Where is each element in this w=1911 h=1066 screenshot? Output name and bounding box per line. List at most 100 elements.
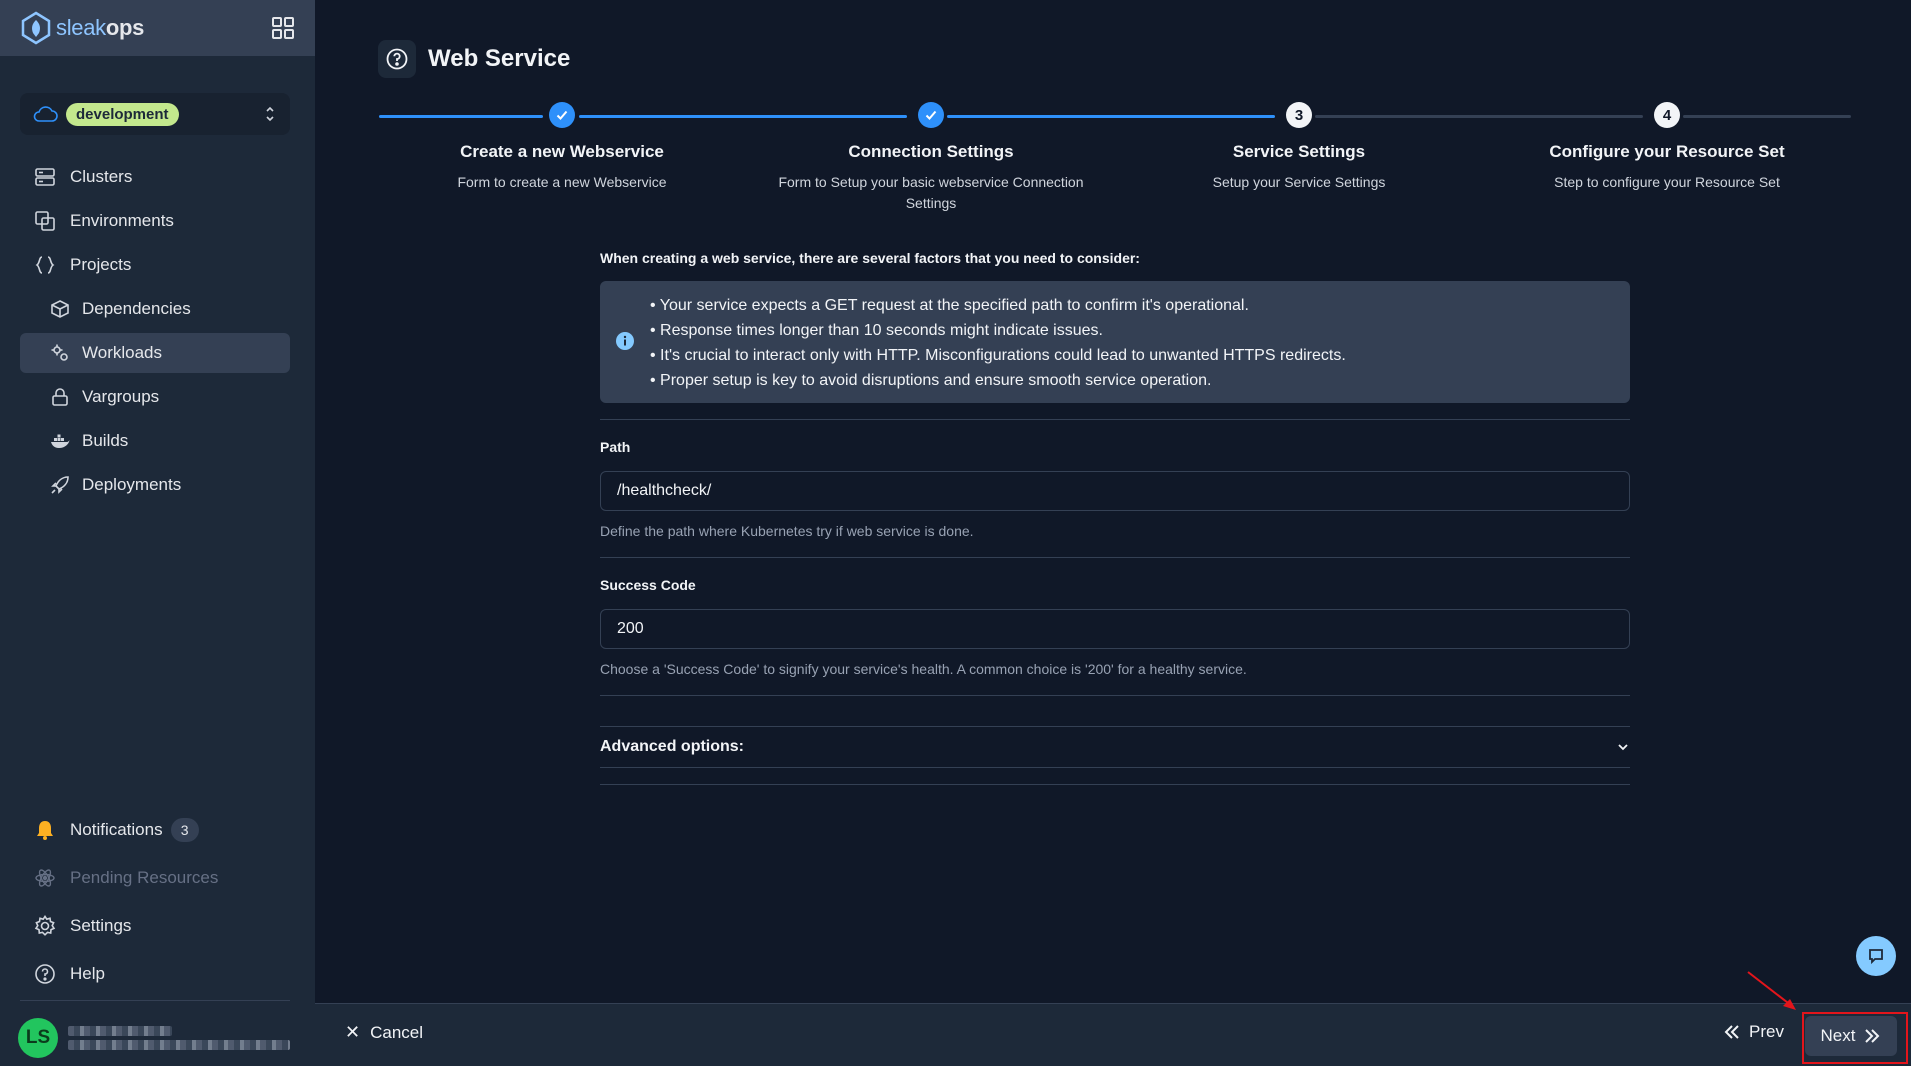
nav-item-pending-resources[interactable]: Pending Resources xyxy=(20,856,290,900)
step-3: Service Settings Setup your Service Sett… xyxy=(1114,142,1484,193)
chat-bubble-icon xyxy=(1869,949,1883,965)
advanced-options-toggle[interactable]: Advanced options: xyxy=(600,726,1630,768)
help-circle-icon xyxy=(35,964,55,984)
step-2-indicator[interactable] xyxy=(918,102,944,128)
environment-badge: development xyxy=(66,102,179,126)
page-header: Web Service xyxy=(378,40,570,78)
step-description: Form to Setup your basic webservice Conn… xyxy=(778,174,1084,211)
list-item: Proper setup is key to avoid disruptions… xyxy=(650,368,1630,393)
nav-item-notifications[interactable]: Notifications 3 xyxy=(20,808,290,852)
nav-item-clusters[interactable]: Clusters xyxy=(20,157,290,197)
step-title: Create a new Webservice xyxy=(460,142,664,161)
step-2: Connection Settings Form to Setup your b… xyxy=(746,142,1116,214)
brand-bar: sleakops xyxy=(0,0,315,56)
step-connector xyxy=(1683,115,1851,118)
step-title: Connection Settings xyxy=(848,142,1014,161)
step-connector xyxy=(947,115,1275,118)
chevrons-left-icon xyxy=(1724,1025,1739,1039)
apps-grid-icon[interactable] xyxy=(271,16,295,40)
prev-label: Prev xyxy=(1749,1022,1784,1041)
nav-item-vargroups[interactable]: Vargroups xyxy=(20,377,290,417)
sidebar-divider xyxy=(20,1000,290,1001)
docker-whale-icon xyxy=(51,434,70,448)
considerations-list: Your service expects a GET request at th… xyxy=(650,293,1630,393)
environment-selector[interactable]: development xyxy=(20,93,290,135)
nav-label: Projects xyxy=(70,255,132,274)
user-profile[interactable]: LS xyxy=(18,1018,290,1058)
nav-item-settings[interactable]: Settings xyxy=(20,904,290,948)
chevron-up-down-icon xyxy=(266,106,274,122)
check-icon xyxy=(925,110,937,120)
divider xyxy=(600,419,1630,420)
path-label: Path xyxy=(600,439,631,455)
divider xyxy=(600,557,1630,558)
success-code-input[interactable] xyxy=(600,609,1630,649)
nav-label: Dependencies xyxy=(82,299,191,318)
divider xyxy=(600,695,1630,696)
service-settings-form: When creating a web service, there are s… xyxy=(600,250,1630,785)
path-input[interactable] xyxy=(600,471,1630,511)
nav-item-environments[interactable]: Environments xyxy=(20,201,290,241)
next-button-highlight xyxy=(1802,1012,1908,1064)
step-description: Step to configure your Resource Set xyxy=(1554,174,1780,190)
close-icon: ✕ xyxy=(345,1022,361,1042)
nav-label: Notifications xyxy=(70,820,163,839)
nav-label: Vargroups xyxy=(82,387,160,406)
step-1: Create a new Webservice Form to create a… xyxy=(377,142,747,193)
nav-label: Workloads xyxy=(82,343,162,362)
question-circle-icon xyxy=(386,48,408,70)
step-connector xyxy=(1315,115,1643,118)
nav-label: Pending Resources xyxy=(70,868,219,887)
nav-label: Deployments xyxy=(82,475,182,494)
considerations-heading: When creating a web service, there are s… xyxy=(600,250,1140,266)
cancel-label: Cancel xyxy=(370,1022,424,1042)
chat-support-button[interactable] xyxy=(1856,936,1896,976)
success-code-help-text: Choose a 'Success Code' to signify your … xyxy=(600,661,1247,677)
user-info-redacted xyxy=(68,1022,290,1054)
step-title: Service Settings xyxy=(1232,142,1366,161)
check-icon xyxy=(556,110,568,120)
prev-button[interactable]: Prev xyxy=(1723,1022,1784,1042)
step-title: Configure your Resource Set xyxy=(1549,142,1785,161)
annotation-arrow-icon xyxy=(1747,971,1796,1010)
notifications-count-badge: 3 xyxy=(170,818,199,842)
rocket-icon xyxy=(51,476,69,494)
list-item: Response times longer than 10 seconds mi… xyxy=(650,318,1630,343)
main-content: Web Service 3 4 Create a new Webservice … xyxy=(315,0,1911,1003)
page-title: Web Service xyxy=(428,45,571,72)
step-4: Configure your Resource Set Step to conf… xyxy=(1482,142,1852,193)
step-1-indicator[interactable] xyxy=(549,102,575,128)
nav-label: Settings xyxy=(70,916,132,935)
nav-item-deployments[interactable]: Deployments xyxy=(20,465,290,505)
bell-icon xyxy=(37,821,53,840)
step-connector xyxy=(379,115,543,118)
path-help-text: Define the path where Kubernetes try if … xyxy=(600,523,974,539)
sidebar: sleakops development Clusters Environmen… xyxy=(0,0,315,1066)
step-3-indicator[interactable]: 3 xyxy=(1286,102,1312,128)
brand-name[interactable]: sleakops xyxy=(56,15,144,41)
cancel-button[interactable]: ✕ Cancel xyxy=(345,1022,423,1043)
nav-item-projects[interactable]: Projects xyxy=(20,245,290,285)
nav-item-workloads[interactable]: Workloads xyxy=(20,333,290,373)
divider xyxy=(600,784,1630,785)
nav-label: Environments xyxy=(70,211,174,230)
step-4-indicator[interactable]: 4 xyxy=(1654,102,1680,128)
nav-item-help[interactable]: Help xyxy=(20,952,290,996)
nav-label: Help xyxy=(70,964,105,983)
main-nav: Clusters Environments Projects Dependenc… xyxy=(20,157,290,509)
nav-label: Builds xyxy=(82,431,129,450)
info-callout: Your service expects a GET request at th… xyxy=(600,281,1630,403)
info-icon xyxy=(616,332,634,350)
success-code-label: Success Code xyxy=(600,577,696,593)
nav-label: Clusters xyxy=(70,167,133,186)
title-icon-box xyxy=(378,40,416,78)
wizard-footer: ✕ Cancel Prev Next xyxy=(315,1003,1911,1066)
stepper: 3 4 Create a new Webservice Form to crea… xyxy=(379,100,1851,225)
nav-item-dependencies[interactable]: Dependencies xyxy=(20,289,290,329)
nav-item-builds[interactable]: Builds xyxy=(20,421,290,461)
chevron-down-icon xyxy=(1618,744,1628,751)
braces-icon xyxy=(35,256,55,274)
lock-icon xyxy=(52,388,68,406)
step-description: Setup your Service Settings xyxy=(1212,174,1386,190)
gear-icon xyxy=(34,915,56,936)
